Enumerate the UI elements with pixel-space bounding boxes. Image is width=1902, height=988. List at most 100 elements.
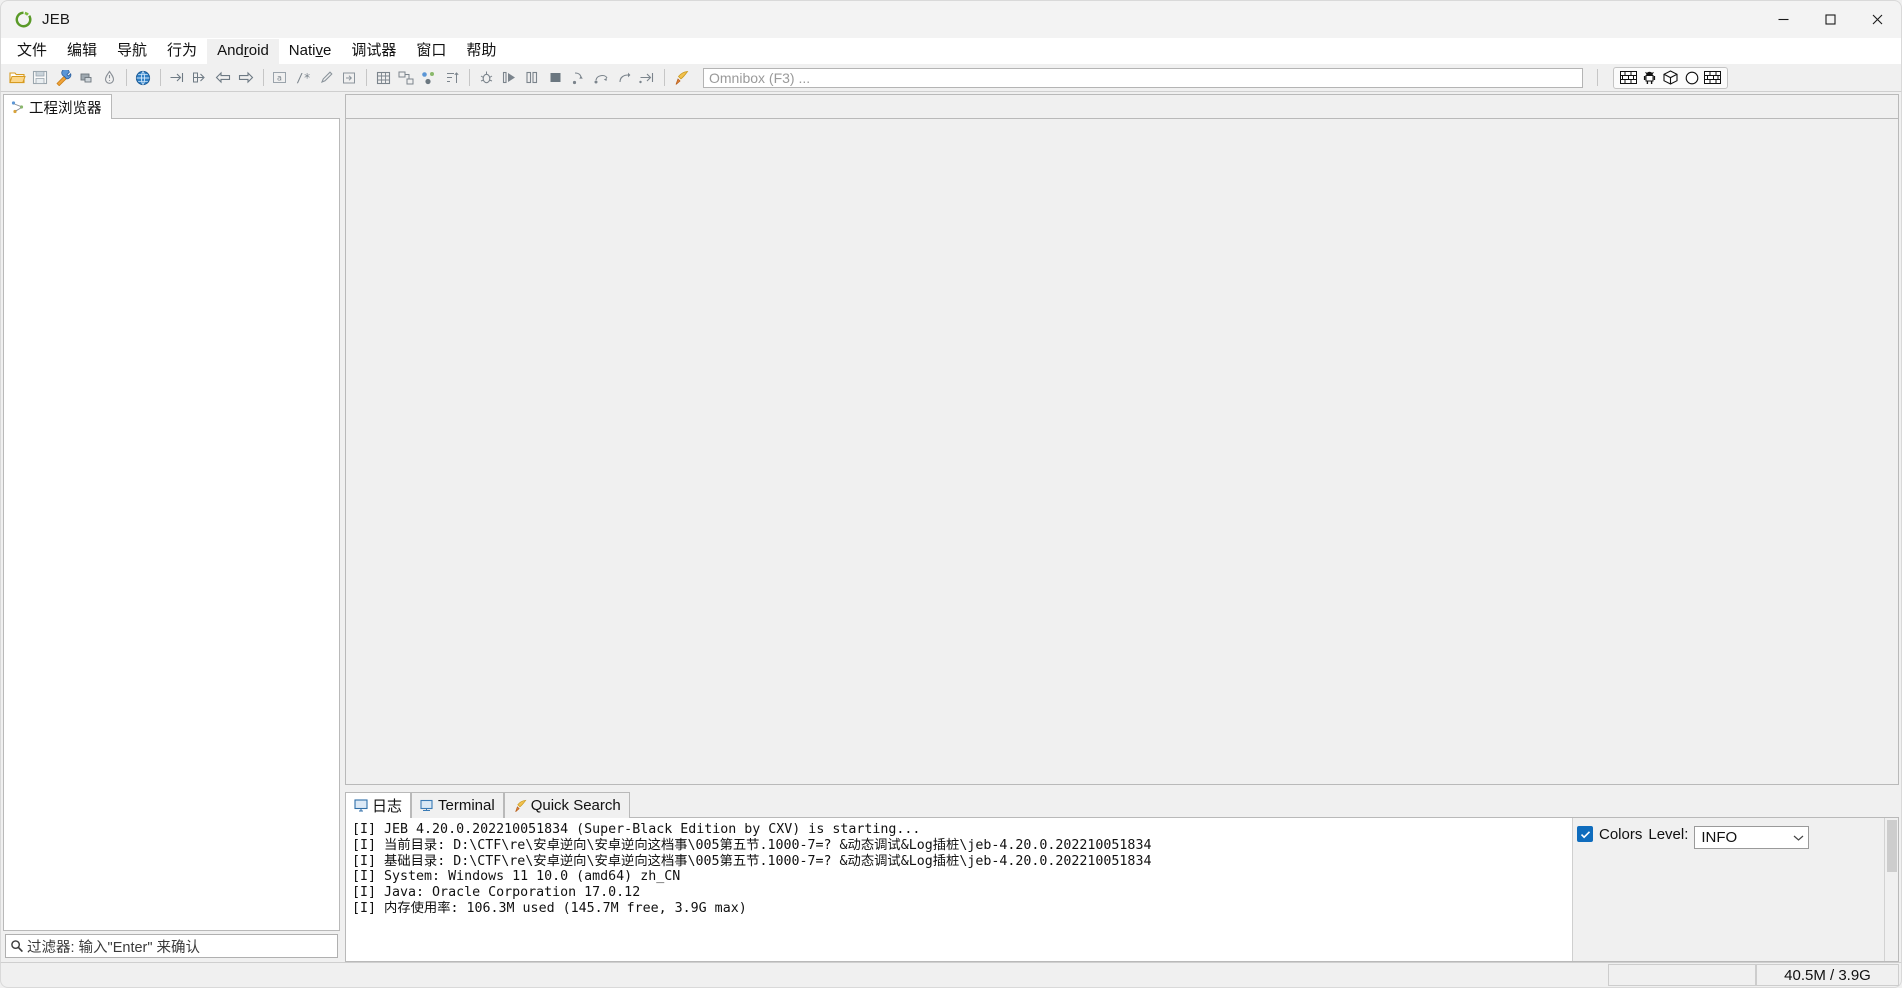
save-project-button[interactable] <box>29 67 51 89</box>
window-title: JEB <box>42 11 71 28</box>
rename-button[interactable]: a <box>269 67 291 89</box>
comment-button[interactable]: /* <box>292 67 314 89</box>
editor-pane: 日志 Terminal Quick Search [I] JEB 4.20.0.… <box>345 94 1899 962</box>
menu-action[interactable]: 行为 <box>157 39 207 64</box>
globe-icon <box>135 70 151 85</box>
start-debugger-button[interactable] <box>475 67 497 89</box>
filter-row: 过滤器: 输入"Enter" 来确认 <box>3 931 340 962</box>
debug-bug-icon <box>480 71 492 84</box>
web-button[interactable] <box>132 67 154 89</box>
graph-icon <box>398 71 414 84</box>
title-bar: JEB <box>0 0 1902 38</box>
filter-input[interactable]: 过滤器: 输入"Enter" 来确认 <box>5 934 338 958</box>
convert-button[interactable] <box>338 67 360 89</box>
tab-terminal-label: Terminal <box>438 797 495 814</box>
notifications-button[interactable] <box>98 67 120 89</box>
level-select[interactable]: INFO <box>1694 826 1810 849</box>
stop-button[interactable] <box>544 67 566 89</box>
memory-usage[interactable]: 40.5M / 3.9G <box>1756 964 1899 986</box>
menu-file[interactable]: 文件 <box>7 39 57 64</box>
menu-help[interactable]: 帮助 <box>456 39 506 64</box>
log-line: [I] JEB 4.20.0.202210051834 (Super-Black… <box>352 822 921 837</box>
stop-icon <box>550 73 560 82</box>
colors-checkbox[interactable] <box>1577 826 1593 842</box>
menu-android[interactable]: Android <box>207 38 279 64</box>
tab-log-label: 日志 <box>372 798 403 815</box>
edit-button[interactable] <box>315 67 337 89</box>
menu-window[interactable]: 窗口 <box>406 39 456 64</box>
tab-project-browser[interactable]: 工程浏览器 <box>3 94 112 119</box>
circle-button[interactable] <box>1682 69 1701 86</box>
editor-area[interactable] <box>345 94 1899 785</box>
log-body: [I] JEB 4.20.0.202210051834 (Super-Black… <box>345 818 1899 962</box>
status-message <box>3 964 1608 986</box>
tab-project-browser-label: 工程浏览器 <box>29 100 102 117</box>
run-to-cursor-button[interactable] <box>636 67 658 89</box>
tab-quick-search-label: Quick Search <box>530 797 621 814</box>
package-box-icon <box>1663 70 1678 85</box>
project-tree[interactable] <box>3 119 340 931</box>
save-project-icon <box>32 70 48 85</box>
step-return-button[interactable] <box>613 67 635 89</box>
rocket-icon <box>514 799 527 812</box>
back-arrow-icon <box>215 71 231 84</box>
log-scrollbar-thumb[interactable] <box>1886 820 1897 872</box>
bricks-alt-icon <box>1704 71 1721 84</box>
log-panel: 日志 Terminal Quick Search [I] JEB 4.20.0.… <box>345 792 1899 962</box>
android-robot-button[interactable] <box>1640 69 1659 86</box>
menu-edit[interactable]: 编辑 <box>57 39 107 64</box>
menu-debugger[interactable]: 调试器 <box>341 39 406 64</box>
plugin-icon <box>80 73 92 83</box>
callgraph-icon <box>422 71 434 84</box>
forward-arrow-icon <box>238 71 254 84</box>
callgraph-button[interactable] <box>418 67 440 89</box>
bricks-icon <box>1620 71 1637 84</box>
package-box-button[interactable] <box>1661 69 1680 86</box>
graph-view-button[interactable] <box>395 67 417 89</box>
pause-button[interactable] <box>521 67 543 89</box>
close-button[interactable] <box>1854 1 1901 39</box>
main-toolbar: a /* <box>0 64 1902 92</box>
menu-bar: 文件 编辑 导航 行为 Android Native 调试器 窗口 帮助 <box>0 38 1902 64</box>
project-tree-icon <box>11 100 24 113</box>
step-over-icon <box>594 74 607 83</box>
log-output[interactable]: [I] JEB 4.20.0.202210051834 (Super-Black… <box>346 818 1572 961</box>
goto-reference-icon <box>193 72 205 83</box>
android-robot-icon <box>1643 71 1656 84</box>
warning-drop-icon <box>104 70 114 84</box>
options-button[interactable] <box>52 67 74 89</box>
toolbar-separator <box>1597 69 1598 86</box>
minimize-button[interactable] <box>1760 1 1807 39</box>
horizontal-splitter[interactable] <box>345 785 1899 792</box>
tab-terminal[interactable]: Terminal <box>411 792 504 818</box>
bricks-button[interactable] <box>1619 69 1638 86</box>
toolbar-separator <box>160 69 161 86</box>
goto-reference-button[interactable] <box>189 67 211 89</box>
wrench-icon <box>55 69 71 86</box>
step-into-button[interactable] <box>567 67 589 89</box>
menu-native[interactable]: Native <box>279 39 342 64</box>
table-icon <box>376 71 390 84</box>
bricks-alt-button[interactable] <box>1703 69 1722 86</box>
quick-launch-button[interactable] <box>670 67 692 89</box>
goto-address-icon <box>170 73 184 82</box>
toolbar-separator <box>469 69 470 86</box>
plugins-button[interactable] <box>75 67 97 89</box>
table-view-button[interactable] <box>372 67 394 89</box>
step-over-button[interactable] <box>590 67 612 89</box>
tab-log[interactable]: 日志 <box>345 792 412 818</box>
log-scrollbar[interactable] <box>1884 818 1898 961</box>
log-line: [I] 内存使用率: 106.3M used (145.7M free, 3.9… <box>352 900 747 916</box>
omnibox-input[interactable] <box>703 67 1583 88</box>
goto-address-button[interactable] <box>166 67 188 89</box>
svg-text:a: a <box>277 74 282 83</box>
run-button[interactable] <box>498 67 520 89</box>
open-project-button[interactable] <box>6 67 28 89</box>
sort-button[interactable] <box>441 67 463 89</box>
level-value: INFO <box>1701 829 1738 846</box>
back-button[interactable] <box>212 67 234 89</box>
forward-button[interactable] <box>235 67 257 89</box>
tab-quick-search[interactable]: Quick Search <box>503 792 630 818</box>
menu-navigation[interactable]: 导航 <box>107 39 157 64</box>
maximize-button[interactable] <box>1807 1 1854 39</box>
